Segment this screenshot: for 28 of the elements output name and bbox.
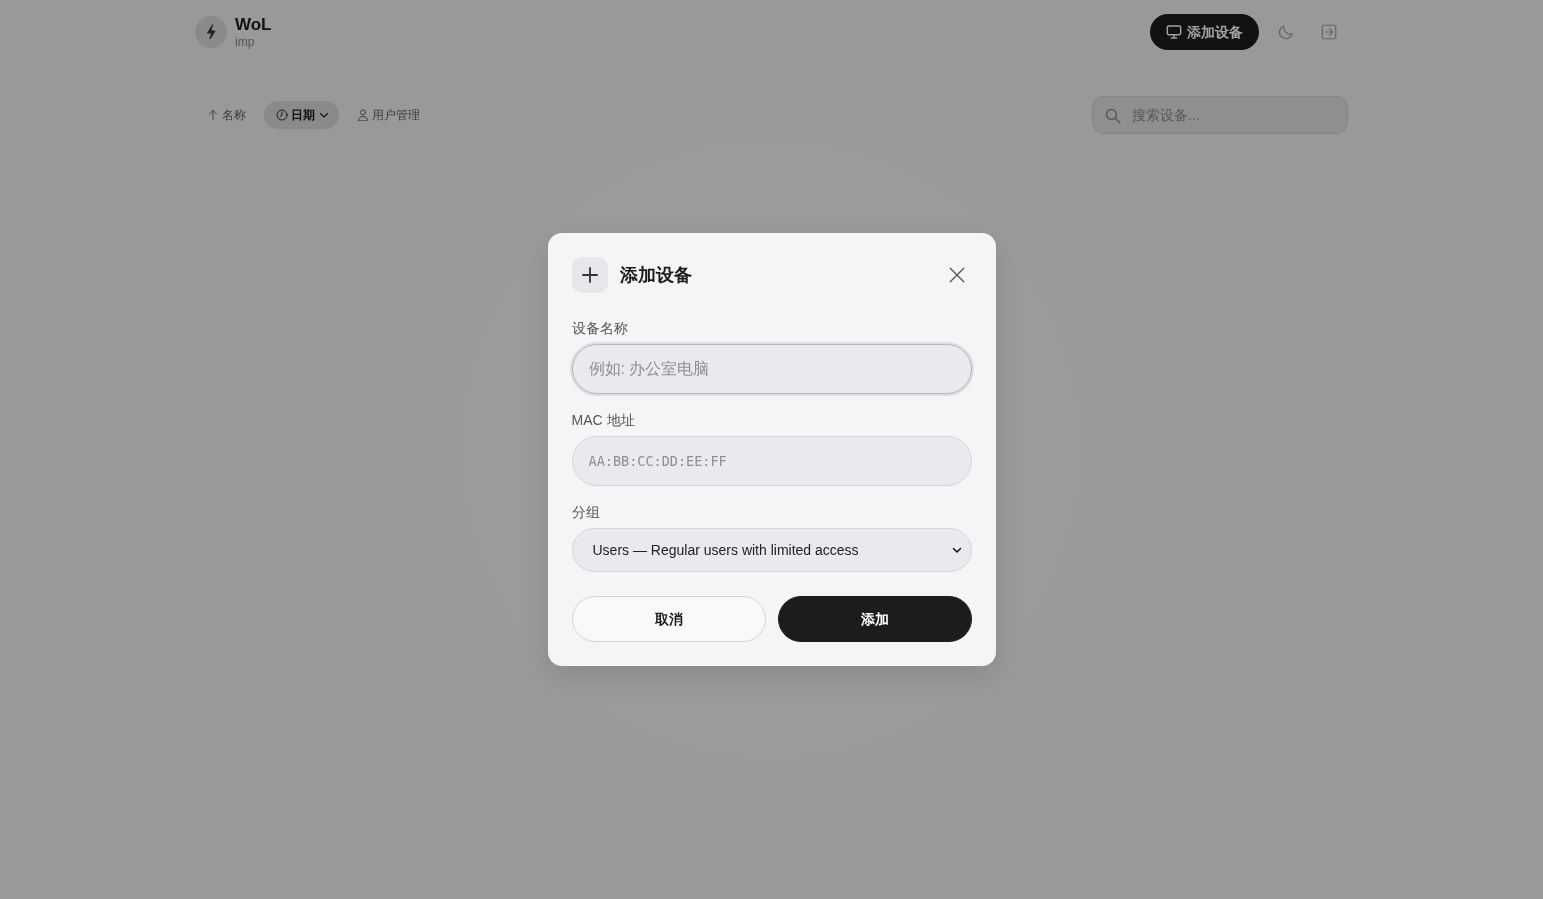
device-name-field[interactable]: 例如: 办公室电脑 — [571, 344, 972, 394]
field-label: 设备名称 — [571, 320, 629, 336]
sort-option[interactable]: 名称 — [197, 101, 256, 129]
add-device-button[interactable]: 添加设备 — [1150, 14, 1259, 50]
monitor-icon — [1166, 24, 1182, 40]
person-icon — [357, 109, 369, 121]
clock-icon — [276, 109, 288, 121]
field-label: 分组 — [571, 504, 601, 520]
app-title: WoL — [235, 15, 272, 35]
theme-toggle-button[interactable] — [1277, 23, 1295, 41]
add-button[interactable]: 添加 — [777, 596, 972, 642]
search-icon — [1104, 107, 1121, 124]
lightning-icon — [195, 16, 227, 48]
dialog-title: 添加设备 — [619, 263, 692, 287]
cancel-button[interactable]: 取消 — [571, 596, 766, 642]
logout-button[interactable] — [1320, 23, 1338, 41]
close-button[interactable] — [947, 266, 966, 284]
field-label: MAC 地址 — [571, 412, 636, 428]
exit-icon — [1320, 23, 1338, 41]
sort-option[interactable]: 日期 — [264, 101, 339, 129]
close-icon — [947, 266, 966, 284]
arrow-up-icon — [207, 109, 219, 121]
moon-icon — [1277, 23, 1295, 41]
group-select[interactable]: Users — Regular users with limited access — [571, 528, 972, 572]
user-name: imp — [235, 34, 256, 49]
mac-address-field[interactable]: AA:BB:CC:DD:EE:FF — [571, 436, 972, 486]
plus-icon — [571, 257, 608, 293]
user-management-link[interactable]: 用户管理 — [347, 101, 430, 129]
